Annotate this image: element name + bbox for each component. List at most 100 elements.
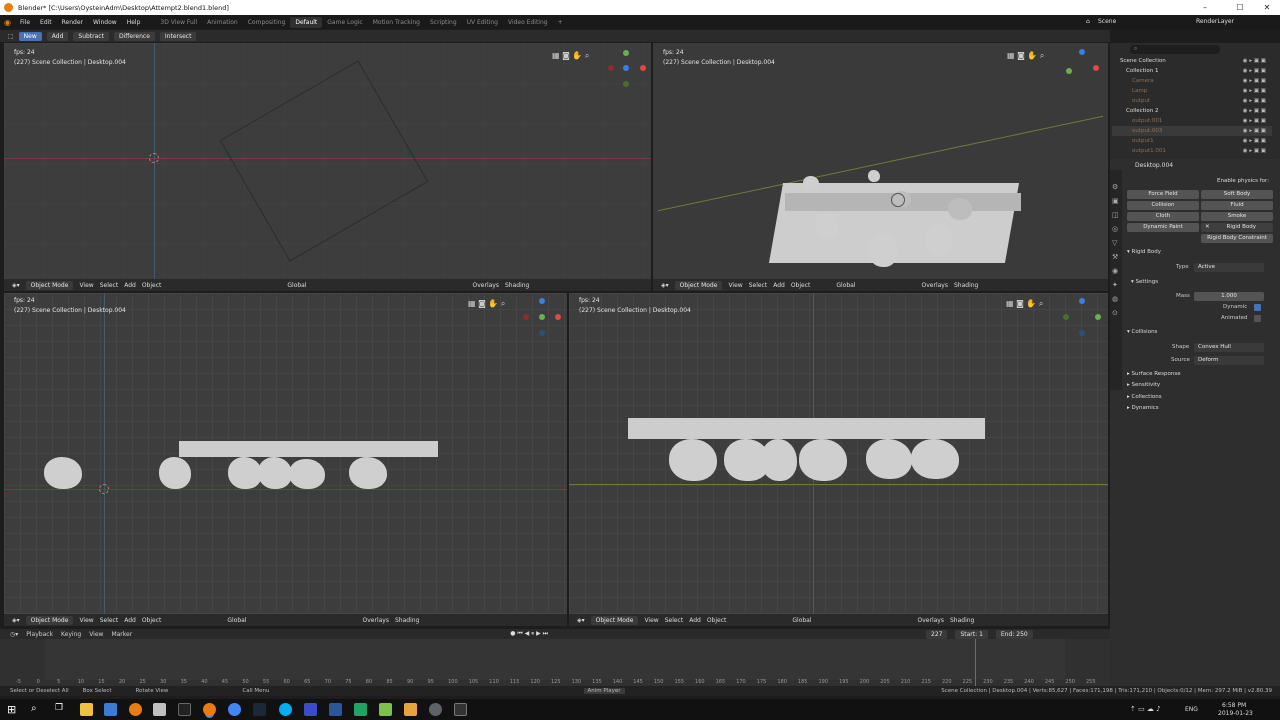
- tab-default[interactable]: Default: [290, 16, 323, 28]
- surface-response-section[interactable]: ▸ Surface Response: [1127, 371, 1181, 377]
- remove-icon[interactable]: ✕: [1201, 223, 1210, 232]
- menu-window[interactable]: Window: [88, 19, 122, 26]
- collections-section[interactable]: ▸ Collections: [1127, 394, 1162, 400]
- visibility-icon[interactable]: ◉ ▸ ▣ ▣: [1243, 98, 1272, 104]
- fluid-button[interactable]: Fluid: [1201, 201, 1273, 210]
- outliner-row[interactable]: output1.001 ◉ ▸ ▣ ▣: [1112, 146, 1272, 156]
- tray-icons[interactable]: ⇡ ▭ ☁ ♪: [1130, 705, 1161, 713]
- maximize-icon[interactable]: ☐: [1225, 0, 1255, 15]
- settings-section[interactable]: ▾ Settings: [1131, 279, 1158, 285]
- shading-button[interactable]: Shading: [954, 282, 978, 289]
- visibility-icon[interactable]: ◉ ▸ ▣ ▣: [1243, 58, 1272, 64]
- gizmo-neg-x-icon[interactable]: [523, 314, 529, 320]
- input-language[interactable]: ENG: [1185, 706, 1198, 713]
- tab-video-editing[interactable]: Video Editing: [503, 19, 553, 26]
- outliner-row[interactable]: Collection 2 ◉ ▸ ▣ ▣: [1112, 106, 1272, 116]
- boolean-intersect-button[interactable]: Intersect: [159, 31, 197, 41]
- playhead[interactable]: [974, 639, 976, 686]
- tab-uv-editing[interactable]: UV Editing: [462, 19, 503, 26]
- gizmo-neg-z-icon[interactable]: [1079, 330, 1085, 336]
- app-icon[interactable]: [429, 703, 442, 716]
- shading-button[interactable]: Shading: [395, 617, 419, 624]
- dynamic-checkbox[interactable]: [1254, 304, 1261, 311]
- gizmo-x-icon[interactable]: [1093, 65, 1099, 71]
- sensitivity-section[interactable]: ▸ Sensitivity: [1127, 382, 1160, 388]
- tab-game-logic[interactable]: Game Logic: [322, 19, 367, 26]
- shape-select[interactable]: Convex Hull: [1194, 343, 1264, 352]
- minimize-icon[interactable]: –: [1190, 0, 1220, 15]
- shading-button[interactable]: Shading: [505, 282, 529, 289]
- outliner-row[interactable]: Camera ◉ ▸ ▣ ▣: [1112, 76, 1272, 86]
- menu-file[interactable]: File: [15, 19, 35, 26]
- outliner-row[interactable]: output.003 ◉ ▸ ▣ ▣: [1112, 126, 1272, 136]
- mode-selector[interactable]: Object Mode: [590, 615, 639, 625]
- viewport-bottom-left[interactable]: fps: 24 (227) Scene Collection | Desktop…: [4, 293, 567, 626]
- menu-render[interactable]: Render: [57, 19, 88, 26]
- viewport-top-right[interactable]: fps: 24 (227) Scene Collection | Desktop…: [653, 43, 1108, 291]
- menu-object[interactable]: Object: [142, 282, 162, 289]
- menu-help[interactable]: Help: [122, 19, 146, 26]
- outliner-row[interactable]: output1 ◉ ▸ ▣ ▣: [1112, 136, 1272, 146]
- gizmo-neg-x-icon[interactable]: [608, 65, 614, 71]
- tab-3d-view-full[interactable]: 3D View Full: [155, 19, 202, 26]
- clock-time[interactable]: 6:58 PM: [1222, 702, 1246, 709]
- gizmo-z-icon[interactable]: [623, 65, 629, 71]
- overlays-button[interactable]: Overlays: [473, 282, 499, 289]
- menu-select[interactable]: Select: [100, 282, 119, 289]
- menu-object[interactable]: Object: [707, 617, 727, 624]
- mode-selector[interactable]: Object Mode: [25, 615, 74, 625]
- boolean-new-button[interactable]: New: [18, 31, 42, 41]
- anim-player-button[interactable]: Anim Player: [583, 688, 625, 694]
- viewport-top-left[interactable]: fps: 24 (227) Scene Collection | Desktop…: [4, 43, 651, 291]
- properties-tab-icons[interactable]: ⚙ ▣ ◫ ◎ ▽ ⚒ ◉ ✦ ◍ ⊙: [1112, 180, 1119, 320]
- dynamic-paint-button[interactable]: Dynamic Paint: [1127, 223, 1199, 232]
- overlays-button[interactable]: Overlays: [363, 617, 389, 624]
- timeline[interactable]: ◷▾ Playback Keying View Marker ● ⏮ ◀ ⏸ ▶…: [0, 629, 1110, 686]
- excel-icon[interactable]: [354, 703, 367, 716]
- outliner-row[interactable]: Lamp ◉ ▸ ▣ ▣: [1112, 86, 1272, 96]
- visibility-icon[interactable]: ◉ ▸ ▣ ▣: [1243, 138, 1272, 144]
- playback-controls-icon[interactable]: ● ⏮ ◀ ⏸ ▶ ⏭: [510, 630, 548, 638]
- boolean-difference-button[interactable]: Difference: [113, 31, 155, 41]
- close-icon[interactable]: ✕: [1252, 0, 1280, 15]
- skype-icon[interactable]: [279, 703, 292, 716]
- gizmo-z-icon[interactable]: [539, 298, 545, 304]
- orientation-selector[interactable]: Global: [227, 617, 246, 624]
- rigid-body-constraint-button[interactable]: Rigid Body Constraint: [1201, 234, 1273, 243]
- add-workspace-button[interactable]: +: [553, 19, 568, 26]
- visibility-icon[interactable]: ◉ ▸ ▣ ▣: [1243, 88, 1272, 94]
- overlays-button[interactable]: Overlays: [918, 617, 944, 624]
- orientation-selector[interactable]: Global: [836, 282, 855, 289]
- rigid-body-button[interactable]: ✕ Rigid Body: [1201, 223, 1273, 232]
- visibility-icon[interactable]: ◉ ▸ ▣ ▣: [1243, 68, 1272, 74]
- file-explorer-icon[interactable]: [80, 703, 93, 716]
- visibility-icon[interactable]: ◉ ▸ ▣ ▣: [1243, 108, 1272, 114]
- app-icon[interactable]: [379, 703, 392, 716]
- menu-object[interactable]: Object: [791, 282, 811, 289]
- gizmo-y-icon[interactable]: [623, 50, 629, 56]
- mode-selector[interactable]: Object Mode: [674, 280, 723, 290]
- blender-icon[interactable]: [129, 703, 142, 716]
- app-icon[interactable]: [104, 703, 117, 716]
- word-icon[interactable]: [329, 703, 342, 716]
- app-icon[interactable]: [454, 703, 467, 716]
- app-icon[interactable]: [178, 703, 191, 716]
- editor-type-icon[interactable]: ◈▾: [577, 617, 585, 624]
- collision-button[interactable]: Collision: [1127, 201, 1199, 210]
- menu-add[interactable]: Add: [124, 282, 136, 289]
- outliner-row[interactable]: Scene Collection ◉ ▸ ▣ ▣: [1112, 56, 1272, 66]
- render-layer-selector[interactable]: RenderLayer: [1196, 18, 1234, 25]
- visibility-icon[interactable]: ◉ ▸ ▣ ▣: [1243, 148, 1272, 154]
- app-icon[interactable]: [153, 703, 166, 716]
- orientation-selector[interactable]: Global: [287, 282, 306, 289]
- gizmo-neg-y-icon[interactable]: [623, 81, 629, 87]
- app-icon[interactable]: [404, 703, 417, 716]
- boolean-subtract-button[interactable]: Subtract: [73, 31, 109, 41]
- navigation-icons[interactable]: ▦ ◙ ✋ ⌕: [468, 299, 505, 309]
- chrome-icon[interactable]: [228, 703, 241, 716]
- blender-menu-icon[interactable]: ◉: [4, 18, 15, 27]
- menu-select[interactable]: Select: [749, 282, 768, 289]
- outliner-row[interactable]: output.001 ◉ ▸ ▣ ▣: [1112, 116, 1272, 126]
- animated-checkbox[interactable]: [1254, 315, 1261, 322]
- menu-view[interactable]: View: [644, 617, 658, 624]
